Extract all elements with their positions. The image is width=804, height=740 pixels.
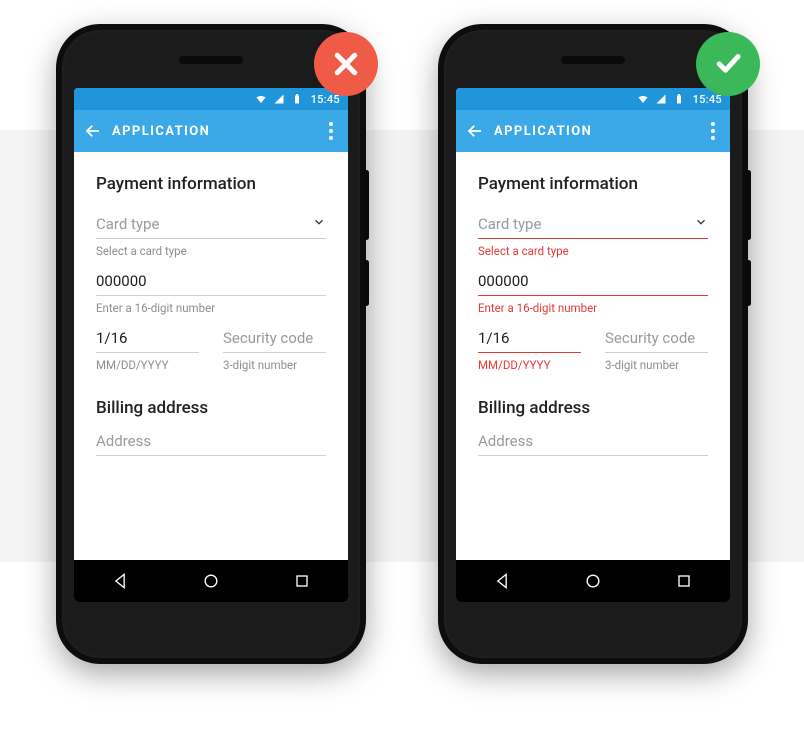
wifi-icon bbox=[637, 93, 649, 105]
address-field[interactable]: Address bbox=[96, 432, 326, 456]
address-label: Address bbox=[478, 432, 708, 450]
card-number-field[interactable]: 000000 Enter a 16-digit number bbox=[478, 272, 708, 315]
security-code-field[interactable]: Security code 3-digit number bbox=[223, 329, 326, 372]
signal-icon bbox=[273, 93, 285, 105]
chevron-down-icon bbox=[312, 214, 326, 233]
expiry-helper: MM/DD/YYYY bbox=[96, 353, 199, 372]
app-bar: APPLICATION bbox=[456, 110, 730, 152]
card-type-label: Card type bbox=[96, 215, 312, 233]
status-bar: 15:45 bbox=[456, 88, 730, 110]
back-button[interactable] bbox=[84, 122, 106, 140]
card-type-helper: Select a card type bbox=[96, 239, 326, 258]
nav-home-button[interactable] bbox=[563, 571, 623, 591]
expiry-value: 1/16 bbox=[478, 329, 581, 347]
overflow-menu-icon[interactable] bbox=[324, 122, 338, 140]
phone-frame-right: 15:45 APPLICATION Payment information Ca… bbox=[438, 24, 748, 664]
card-number-value: 000000 bbox=[96, 272, 326, 290]
expiry-field[interactable]: 1/16 MM/DD/YYYY bbox=[96, 329, 199, 372]
nav-recents-button[interactable] bbox=[272, 571, 332, 591]
card-type-helper: Select a card type bbox=[478, 239, 708, 258]
status-bar: 15:45 bbox=[74, 88, 348, 110]
address-field[interactable]: Address bbox=[478, 432, 708, 456]
card-number-field[interactable]: 000000 Enter a 16-digit number bbox=[96, 272, 326, 315]
check-icon bbox=[696, 32, 760, 96]
nav-back-button[interactable] bbox=[472, 571, 532, 591]
signal-icon bbox=[655, 93, 667, 105]
security-code-field[interactable]: Security code 3-digit number bbox=[605, 329, 708, 372]
battery-icon bbox=[291, 93, 303, 105]
expiry-helper: MM/DD/YYYY bbox=[478, 353, 581, 372]
section-title-payment: Payment information bbox=[96, 174, 326, 194]
card-number-helper: Enter a 16-digit number bbox=[478, 296, 708, 315]
card-type-label: Card type bbox=[478, 215, 694, 233]
nav-back-button[interactable] bbox=[90, 571, 150, 591]
security-code-helper: 3-digit number bbox=[605, 353, 708, 372]
section-title-payment: Payment information bbox=[478, 174, 708, 194]
security-code-helper: 3-digit number bbox=[223, 353, 326, 372]
card-number-helper: Enter a 16-digit number bbox=[96, 296, 326, 315]
security-code-label: Security code bbox=[605, 329, 708, 347]
form-content: Payment information Card type Select a c… bbox=[456, 152, 730, 560]
section-title-billing: Billing address bbox=[478, 398, 708, 418]
chevron-down-icon bbox=[694, 214, 708, 233]
cross-icon bbox=[314, 32, 378, 96]
back-button[interactable] bbox=[466, 122, 488, 140]
battery-icon bbox=[673, 93, 685, 105]
form-content: Payment information Card type Select a c… bbox=[74, 152, 348, 560]
expiry-field[interactable]: 1/16 MM/DD/YYYY bbox=[478, 329, 581, 372]
android-nav-bar bbox=[74, 560, 348, 602]
app-bar-title: APPLICATION bbox=[488, 124, 706, 139]
address-label: Address bbox=[96, 432, 326, 450]
card-type-field[interactable]: Card type Select a card type bbox=[96, 214, 326, 258]
expiry-value: 1/16 bbox=[96, 329, 199, 347]
security-code-label: Security code bbox=[223, 329, 326, 347]
phone-frame-left: 15:45 APPLICATION Payment information Ca… bbox=[56, 24, 366, 664]
overflow-menu-icon[interactable] bbox=[706, 122, 720, 140]
card-number-value: 000000 bbox=[478, 272, 708, 290]
nav-recents-button[interactable] bbox=[654, 571, 714, 591]
nav-home-button[interactable] bbox=[181, 571, 241, 591]
wifi-icon bbox=[255, 93, 267, 105]
android-nav-bar bbox=[456, 560, 730, 602]
card-type-field[interactable]: Card type Select a card type bbox=[478, 214, 708, 258]
app-bar-title: APPLICATION bbox=[106, 124, 324, 139]
app-bar: APPLICATION bbox=[74, 110, 348, 152]
section-title-billing: Billing address bbox=[96, 398, 326, 418]
